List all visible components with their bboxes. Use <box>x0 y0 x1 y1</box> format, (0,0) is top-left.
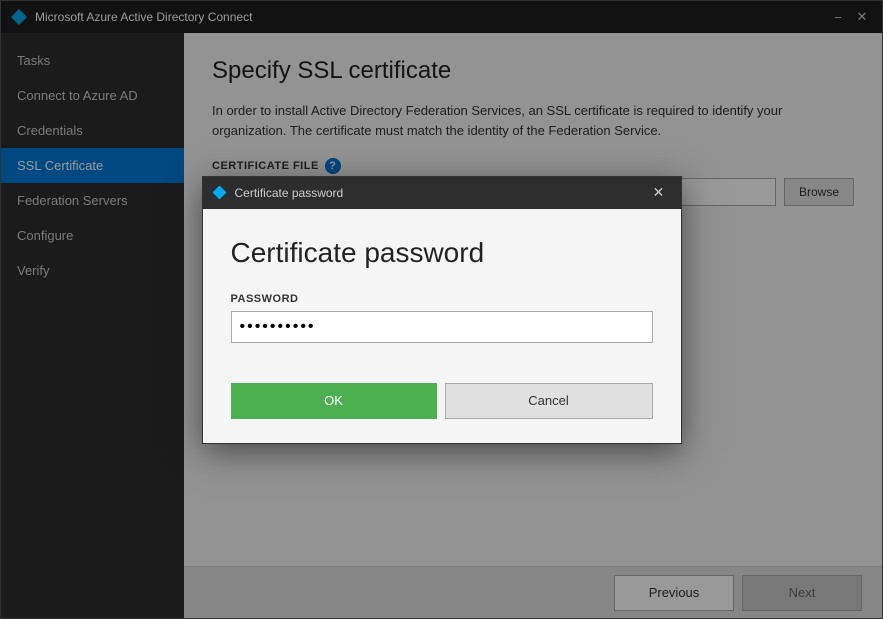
modal-heading: Certificate password <box>231 237 653 269</box>
modal-close-button[interactable]: ✕ <box>647 181 671 205</box>
certificate-password-dialog: Certificate password ✕ Certificate passw… <box>202 176 682 444</box>
modal-body: Certificate password PASSWORD <box>203 209 681 367</box>
modal-title-text: Certificate password <box>235 186 647 200</box>
modal-overlay: Certificate password ✕ Certificate passw… <box>1 1 882 618</box>
modal-ok-button[interactable]: OK <box>231 383 437 419</box>
modal-cancel-button[interactable]: Cancel <box>445 383 653 419</box>
modal-password-label: PASSWORD <box>231 293 653 305</box>
modal-footer: OK Cancel <box>203 367 681 443</box>
main-window: Microsoft Azure Active Directory Connect… <box>0 0 883 619</box>
modal-password-input[interactable] <box>231 311 653 343</box>
modal-app-icon <box>213 186 227 200</box>
modal-titlebar: Certificate password ✕ <box>203 177 681 209</box>
